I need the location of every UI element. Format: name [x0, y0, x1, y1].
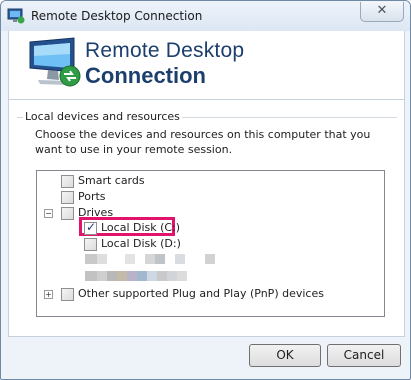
redacted-drive-row-2 [85, 271, 225, 281]
local-disk-d-checkbox[interactable] [84, 238, 97, 251]
group-title: Local devices and resources [23, 110, 182, 123]
group-title-text: Local devices and resources [23, 110, 182, 123]
other-devices-checkbox[interactable] [61, 288, 74, 301]
device-tree[interactable]: Smart cards Ports − Drives ✓ Local Disk … [36, 170, 385, 317]
tree-item-other-devices[interactable]: + Other supported Plug and Play (PnP) de… [44, 287, 344, 301]
window-title: Remote Desktop Connection [31, 9, 203, 23]
local-disk-d-label: Local Disk (D:) [101, 237, 181, 250]
collapse-icon[interactable]: − [44, 209, 53, 218]
other-devices-label: Other supported Plug and Play (PnP) devi… [78, 287, 324, 300]
group-description: Choose the devices and resources on this… [35, 128, 371, 156]
ports-label: Ports [78, 190, 106, 203]
local-resources-panel: Local devices and resources Choose the d… [8, 99, 405, 337]
local-disk-c-checkbox[interactable]: ✓ [84, 220, 97, 235]
expand-icon[interactable]: + [44, 290, 53, 299]
banner-title-line2: Connection [85, 63, 206, 88]
ok-button[interactable]: OK [249, 344, 321, 367]
checkmark-icon: ✓ [86, 220, 97, 234]
ports-checkbox[interactable] [61, 191, 74, 204]
drives-checkbox[interactable] [61, 207, 74, 220]
banner-title-line1: Remote Desktop [85, 39, 245, 62]
smart-cards-label: Smart cards [78, 174, 145, 187]
close-icon: ✕ [376, 3, 388, 18]
local-disk-c-label: Local Disk (C:) [101, 221, 181, 234]
smart-cards-checkbox[interactable] [61, 175, 74, 188]
title-bar[interactable]: Remote Desktop Connection ✕ [1, 1, 410, 31]
remote-desktop-app-icon [7, 8, 25, 24]
remote-desktop-monitor-icon [29, 37, 81, 87]
cancel-button[interactable]: Cancel [327, 344, 401, 367]
banner: Remote Desktop Connection [8, 31, 405, 99]
remote-desktop-dialog: Remote Desktop Connection ✕ Remote Deskt… [0, 0, 411, 380]
redacted-drive-row-1 [85, 254, 225, 264]
close-button[interactable]: ✕ [360, 2, 404, 22]
